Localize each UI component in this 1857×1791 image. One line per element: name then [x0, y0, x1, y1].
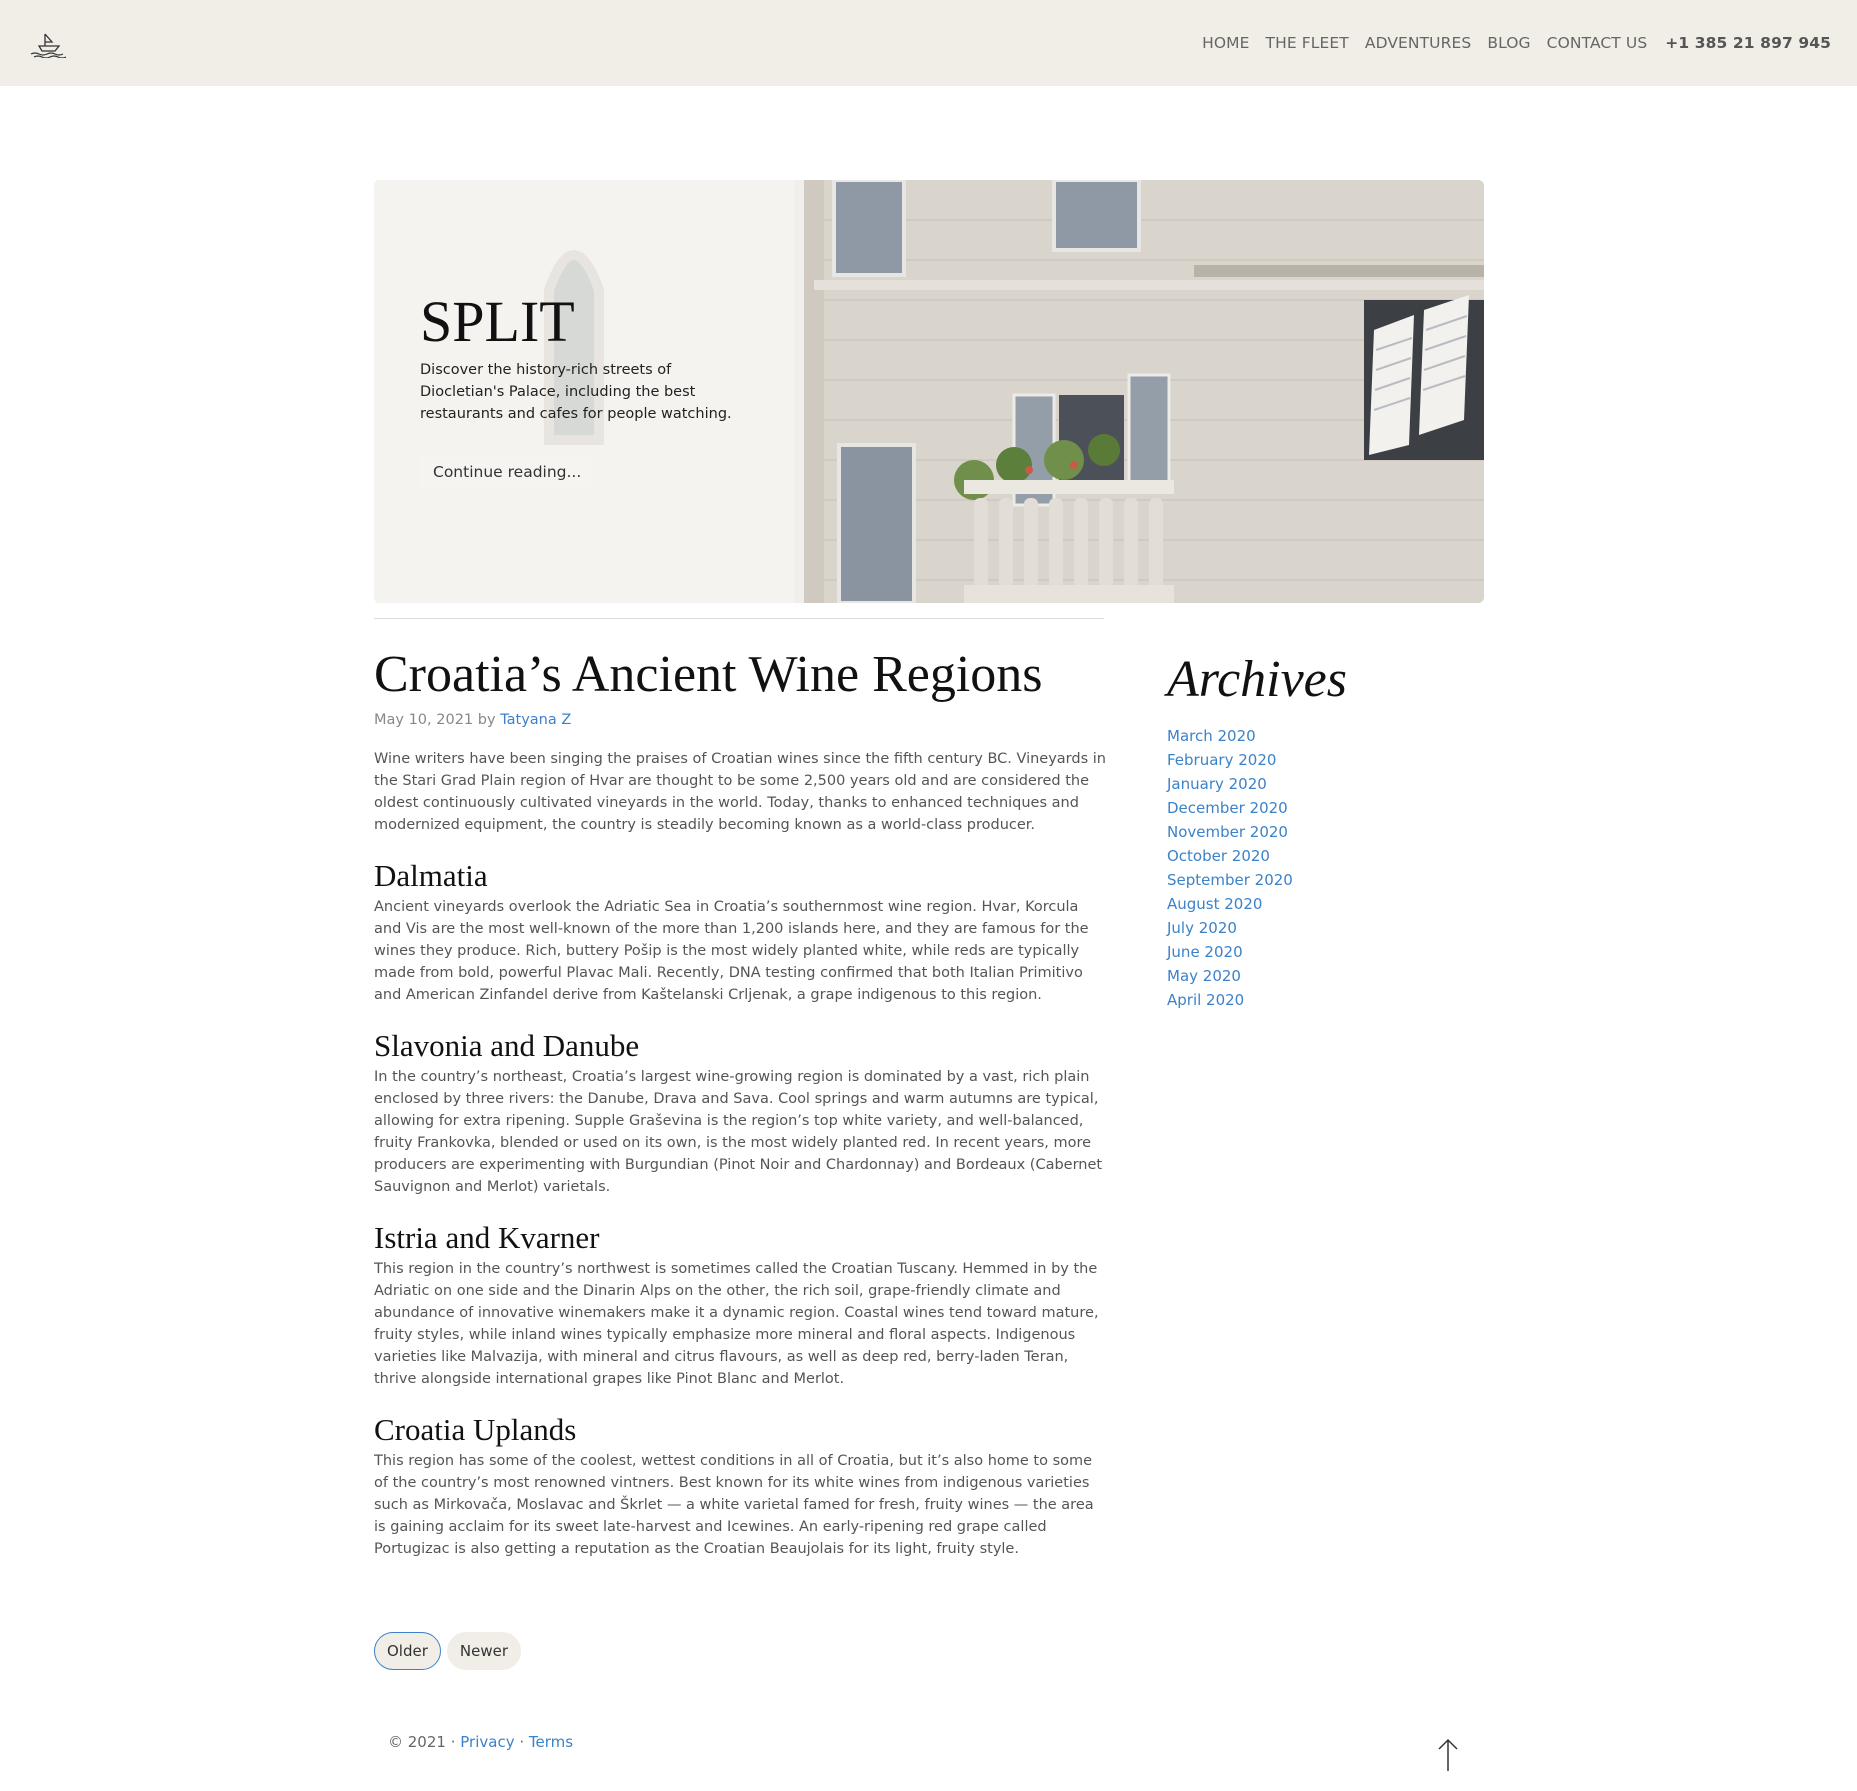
- archive-link[interactable]: May 2020: [1167, 967, 1241, 985]
- section-heading: Croatia Uplands: [374, 1412, 577, 1447]
- archive-link[interactable]: March 2020: [1167, 727, 1256, 745]
- list-item: December 2020: [1167, 796, 1347, 820]
- archive-link[interactable]: November 2020: [1167, 823, 1288, 841]
- nav-blog[interactable]: BLOG: [1487, 34, 1530, 52]
- article-title: Croatia’s Ancient Wine Regions: [374, 646, 1043, 703]
- list-item: February 2020: [1167, 748, 1347, 772]
- pagination: Older Newer: [374, 1632, 527, 1670]
- nav-home[interactable]: HOME: [1202, 34, 1249, 52]
- archive-link[interactable]: January 2020: [1167, 775, 1267, 793]
- article-intro: Wine writers have been singing the prais…: [374, 751, 1106, 833]
- archive-link[interactable]: August 2020: [1167, 895, 1262, 913]
- archive-link[interactable]: September 2020: [1167, 871, 1293, 889]
- section-heading: Istria and Kvarner: [374, 1220, 600, 1255]
- list-item: October 2020: [1167, 844, 1347, 868]
- list-item: March 2020: [1167, 724, 1347, 748]
- hero-description: Discover the history-rich streets of Dio…: [420, 362, 732, 422]
- section-text: This region in the country’s northwest i…: [374, 1261, 1099, 1387]
- main-nav: HOME THE FLEET ADVENTURES BLOG CONTACT U…: [1186, 0, 1831, 86]
- copyright: © 2021 ·: [388, 1733, 456, 1751]
- archive-link[interactable]: June 2020: [1167, 943, 1243, 961]
- footer-separator: ·: [519, 1733, 525, 1751]
- list-item: September 2020: [1167, 868, 1347, 892]
- archive-link[interactable]: October 2020: [1167, 847, 1270, 865]
- nav-the-fleet[interactable]: THE FLEET: [1266, 34, 1349, 52]
- section-text: This region has some of the coolest, wet…: [374, 1453, 1094, 1557]
- archive-link[interactable]: July 2020: [1167, 919, 1237, 937]
- older-button[interactable]: Older: [374, 1632, 441, 1670]
- site-footer: © 2021 · Privacy · Terms: [388, 1733, 573, 1751]
- section-heading: Dalmatia: [374, 858, 488, 893]
- nav-adventures[interactable]: ADVENTURES: [1365, 34, 1471, 52]
- ship-icon[interactable]: [28, 32, 68, 58]
- divider: [374, 618, 1104, 619]
- list-item: July 2020: [1167, 916, 1347, 940]
- list-item: May 2020: [1167, 964, 1347, 988]
- list-item: April 2020: [1167, 988, 1347, 1012]
- arrow-up-icon[interactable]: [1436, 1738, 1460, 1772]
- privacy-link[interactable]: Privacy: [460, 1733, 514, 1751]
- list-item: August 2020: [1167, 892, 1347, 916]
- archives-sidebar: Archives March 2020 February 2020 Januar…: [1167, 648, 1347, 1012]
- list-item: January 2020: [1167, 772, 1347, 796]
- section-text: In the country’s northeast, Croatia’s la…: [374, 1069, 1103, 1195]
- hero-title: SPLIT: [420, 289, 575, 354]
- article-by: by: [477, 712, 496, 728]
- archives-list: March 2020 February 2020 January 2020 De…: [1167, 724, 1347, 1012]
- article: Croatia’s Ancient Wine Regions May 10, 2…: [374, 640, 1106, 1560]
- article-meta: May 10, 2021 by Tatyana Z: [374, 712, 1106, 728]
- section-heading: Slavonia and Danube: [374, 1028, 640, 1063]
- list-item: November 2020: [1167, 820, 1347, 844]
- phone-link[interactable]: +1 385 21 897 945: [1665, 34, 1831, 52]
- article-date: May 10, 2021: [374, 712, 474, 728]
- author-link[interactable]: Tatyana Z: [500, 712, 571, 728]
- archive-link[interactable]: December 2020: [1167, 799, 1288, 817]
- list-item: June 2020: [1167, 940, 1347, 964]
- archives-title: Archives: [1167, 651, 1347, 708]
- hero-banner: SPLIT Discover the history-rich streets …: [374, 180, 1484, 603]
- nav-contact-us[interactable]: CONTACT US: [1547, 34, 1648, 52]
- site-header: HOME THE FLEET ADVENTURES BLOG CONTACT U…: [0, 0, 1857, 86]
- terms-link[interactable]: Terms: [529, 1733, 573, 1751]
- newer-button[interactable]: Newer: [446, 1632, 522, 1670]
- continue-reading-button[interactable]: Continue reading...: [420, 454, 595, 490]
- section-text: Ancient vineyards overlook the Adriatic …: [374, 899, 1089, 1003]
- archive-link[interactable]: April 2020: [1167, 991, 1244, 1009]
- archive-link[interactable]: February 2020: [1167, 751, 1276, 769]
